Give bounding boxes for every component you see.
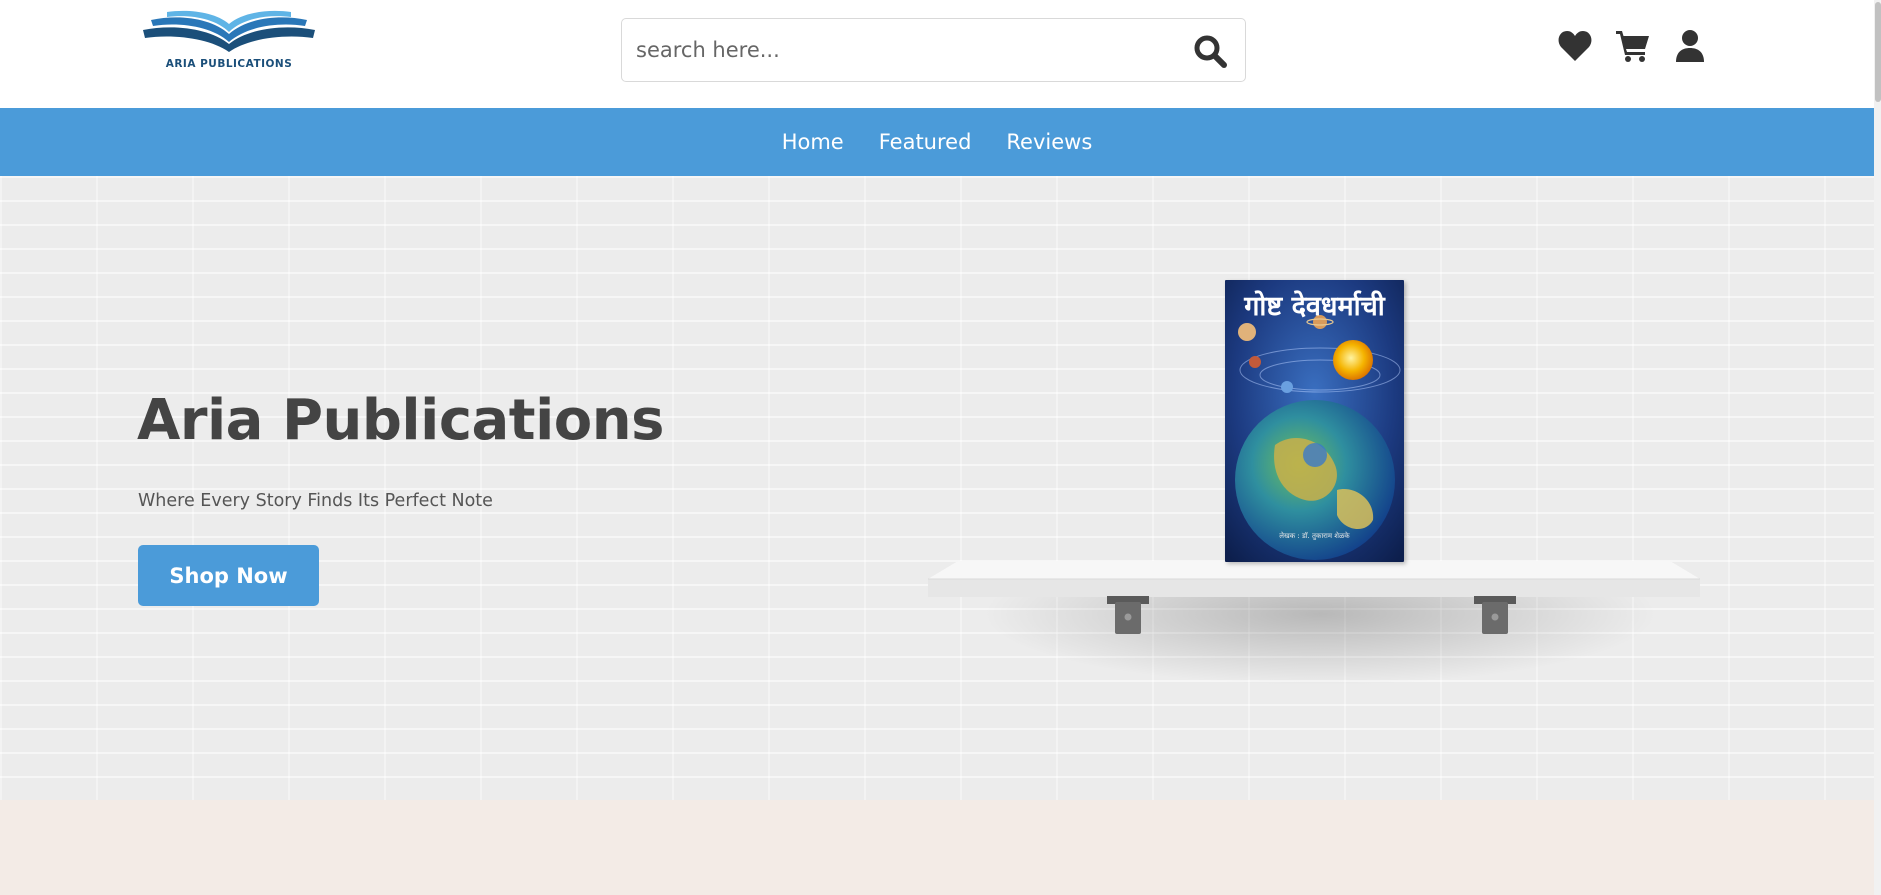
cart-icon[interactable]	[1615, 28, 1651, 64]
hero-section: Aria Publications Where Every Story Find…	[0, 176, 1874, 800]
page: ARIA PUBLICATIONS Home Featured Reviews …	[0, 0, 1881, 895]
book-title: गोष्ट देवधर्माची	[1244, 291, 1385, 322]
page-scrollbar[interactable]	[1874, 0, 1881, 895]
open-book-logo-icon	[143, 10, 315, 52]
next-section-band	[0, 800, 1874, 895]
aria-publications-logo[interactable]: ARIA PUBLICATIONS	[143, 8, 315, 74]
search-bar	[621, 18, 1246, 82]
featured-book-cover[interactable]: गोष्ट देवधर्माची लेखक : डॉ. तुकाराम शेळक…	[1225, 280, 1404, 562]
search-input[interactable]	[636, 29, 1156, 71]
nav-item-featured[interactable]: Featured	[879, 130, 972, 154]
site-header: ARIA PUBLICATIONS	[0, 0, 1874, 108]
user-icon[interactable]	[1672, 28, 1708, 64]
scrollbar-thumb[interactable]	[1875, 2, 1881, 102]
shelf	[928, 561, 1700, 597]
nav-item-reviews[interactable]: Reviews	[1006, 130, 1092, 154]
hero-title: Aria Publications	[137, 388, 664, 453]
logo-text: ARIA PUBLICATIONS	[165, 58, 293, 70]
hero-subtitle: Where Every Story Finds Its Perfect Note	[138, 491, 493, 511]
shelf-bracket-right	[1474, 596, 1516, 634]
shelf-bracket-left	[1107, 596, 1149, 634]
heart-icon[interactable]	[1557, 28, 1593, 64]
book-author: लेखक : डॉ. तुकाराम शेळके	[1279, 532, 1350, 540]
shelf-shadow	[980, 596, 1660, 686]
search-icon[interactable]	[1193, 34, 1229, 68]
main-nav: Home Featured Reviews	[0, 108, 1874, 176]
shop-now-button[interactable]: Shop Now	[138, 545, 319, 606]
nav-item-home[interactable]: Home	[782, 130, 844, 154]
